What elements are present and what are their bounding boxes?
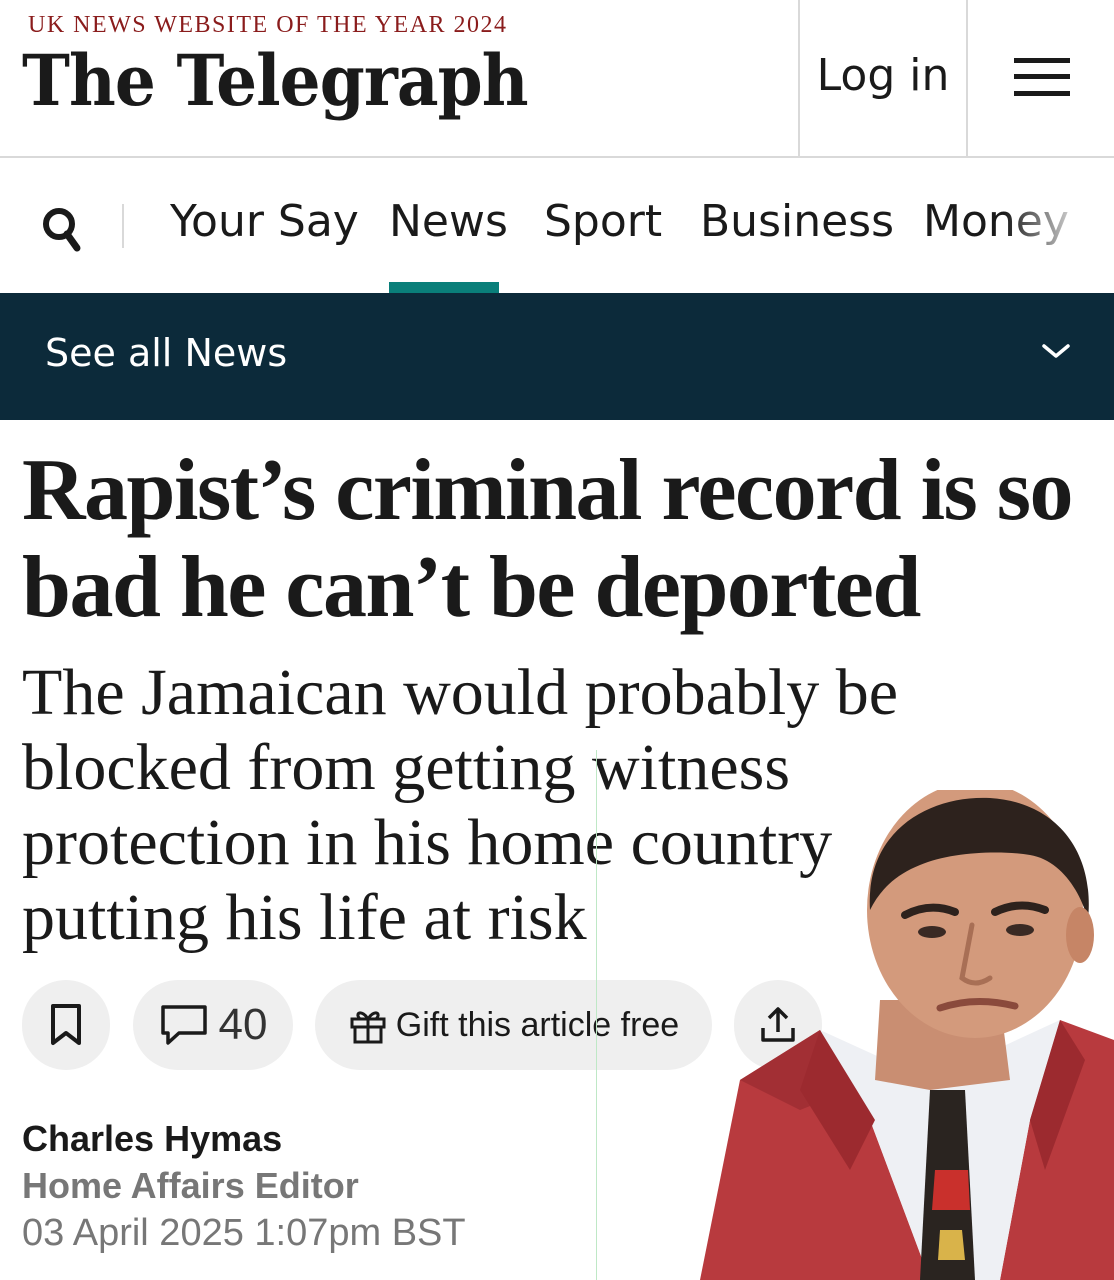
hamburger-menu-icon [1014,58,1070,96]
article-page: UK NEWS WEBSITE OF THE YEAR 2024 The Tel… [0,0,1114,1280]
menu-button[interactable] [970,0,1114,158]
nav-item-sport[interactable]: Sport [544,196,662,247]
article-headline: Rapist’s criminal record is so bad he ca… [22,442,1074,636]
gift-label: Gift this article free [395,1005,680,1044]
author-name[interactable]: Charles Hymas [22,1118,282,1160]
bookmark-button[interactable] [22,980,110,1070]
gift-icon [350,1011,386,1044]
comment-icon [160,1005,207,1045]
see-all-news-dropdown[interactable]: See all News [0,293,1114,420]
nav-item-money[interactable]: Money [923,196,1069,247]
gift-article-button[interactable]: Gift this article free [315,980,712,1070]
comment-count: 40 [218,1000,268,1049]
search-button[interactable] [40,202,84,258]
nav-item-business[interactable]: Business [700,196,894,247]
nav-active-indicator [389,282,499,293]
guide-line [596,750,597,1280]
nav-item-your-say[interactable]: Your Say [170,196,359,247]
nav-divider [122,204,124,248]
publish-date: 03 April 2025 1:07pm BST [22,1212,466,1254]
bookmark-icon [51,1004,81,1045]
nav-item-news[interactable]: News [389,196,508,247]
subnav-label: See all News [45,331,288,375]
search-icon [43,208,81,252]
section-nav: Your Say News Sport Business Money [0,160,1114,293]
masthead: UK NEWS WEBSITE OF THE YEAR 2024 The Tel… [0,0,1114,158]
man-in-red-blazer-cutout [700,790,1114,1280]
chevron-down-icon [1042,344,1070,358]
comments-button[interactable]: 40 [133,980,293,1070]
award-banner: UK NEWS WEBSITE OF THE YEAR 2024 [28,12,508,38]
telegraph-logo[interactable]: The Telegraph [22,46,529,116]
author-role: Home Affairs Editor [22,1165,359,1206]
login-button[interactable]: Log in [798,0,968,158]
